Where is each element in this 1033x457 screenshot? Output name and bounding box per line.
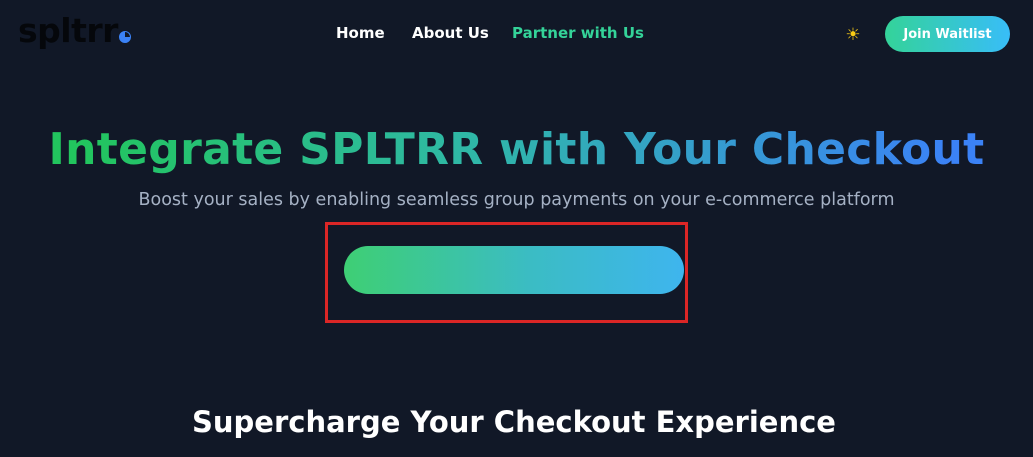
logo-text: spltrr [18,11,118,50]
page: spltrr Home About Us Partner with Us ☀ J… [0,0,1033,457]
section-heading: Supercharge Your Checkout Experience [192,405,836,439]
nav-partner-with-us[interactable]: Partner with Us [512,24,644,42]
main-nav: Home About Us Partner with Us [336,24,644,42]
logo[interactable]: spltrr [18,14,131,47]
nav-home[interactable]: Home [336,24,412,42]
pie-chart-icon [118,31,131,43]
join-waitlist-button[interactable]: Join Waitlist [885,16,1010,52]
cta-button[interactable] [344,246,684,294]
sun-icon[interactable]: ☀ [843,24,863,44]
hero-subtitle: Boost your sales by enabling seamless gr… [138,190,895,210]
hero-title: Integrate SPLTRR with Your Checkout [0,124,1033,176]
nav-about-us[interactable]: About Us [412,24,512,42]
